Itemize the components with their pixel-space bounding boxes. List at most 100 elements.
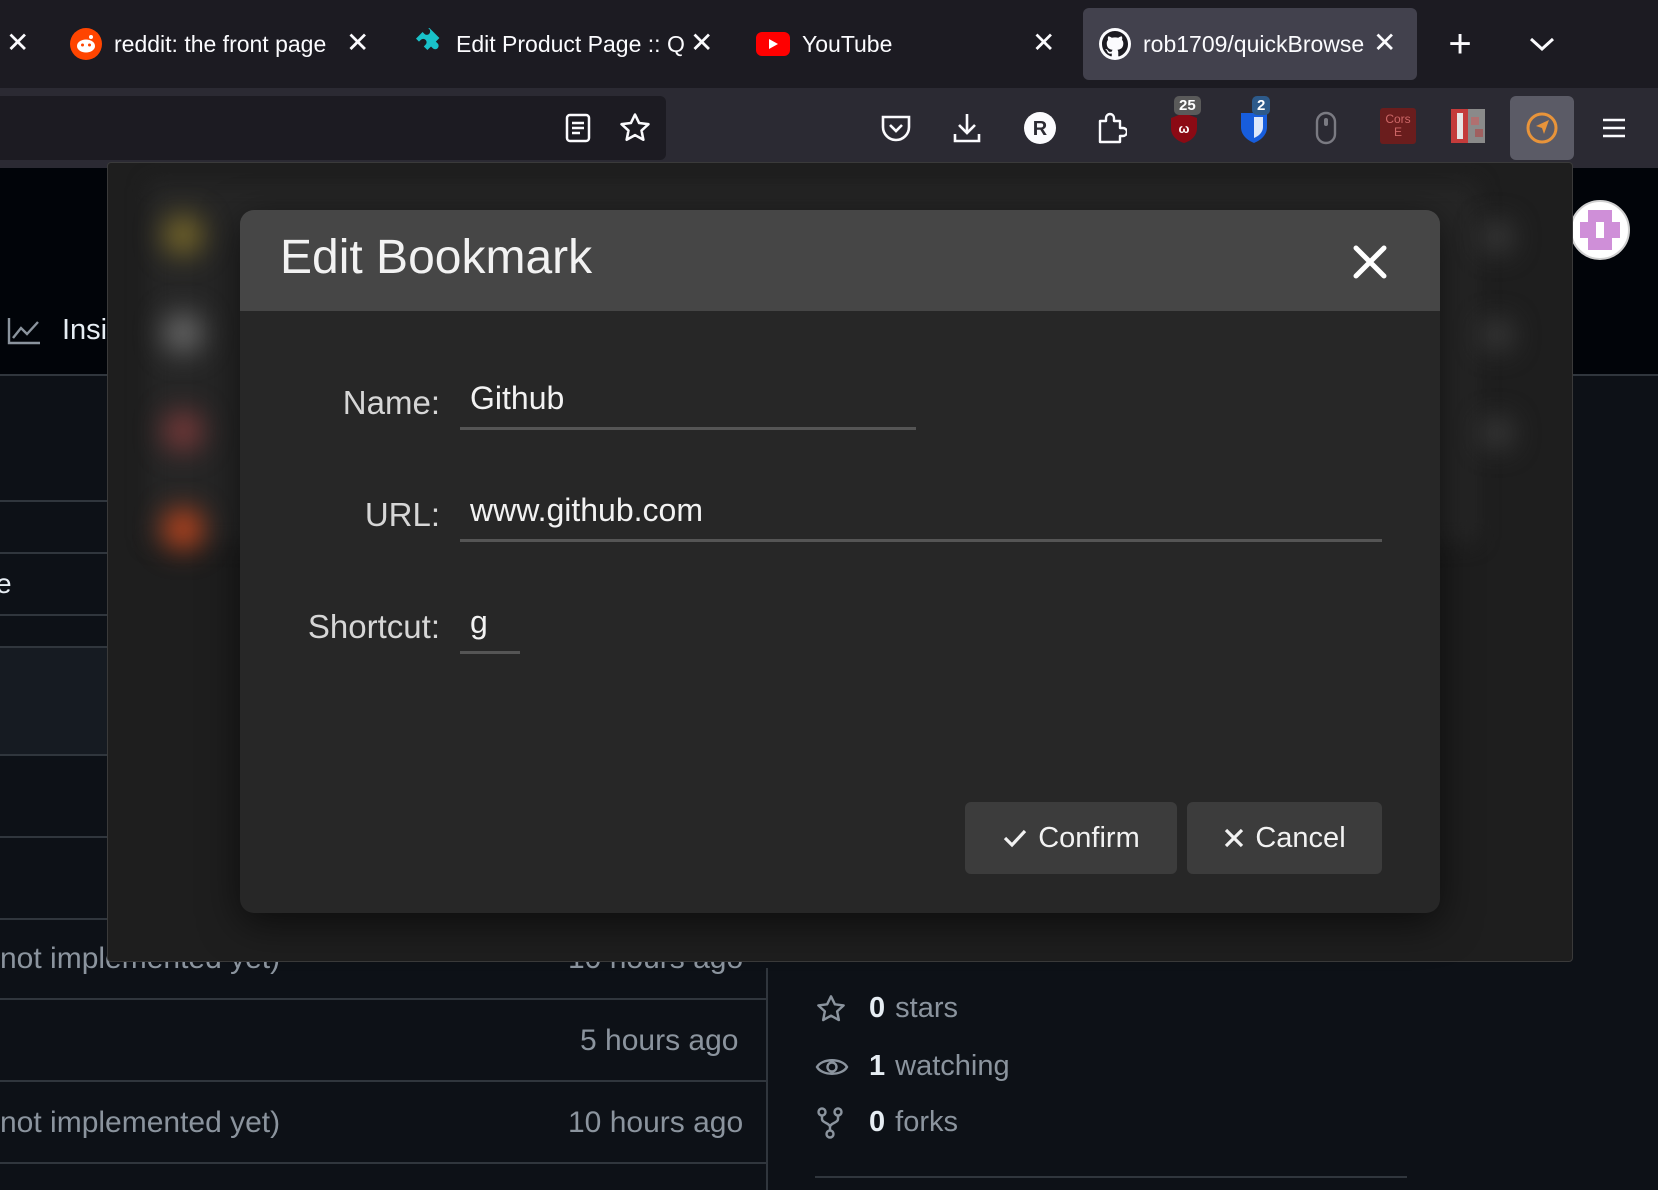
row-divider	[0, 1162, 766, 1164]
pocket-icon	[881, 115, 911, 142]
row-divider	[0, 836, 110, 838]
cancel-button[interactable]: Cancel	[1187, 802, 1382, 874]
graph-icon	[7, 317, 40, 344]
svg-text:R: R	[1033, 118, 1048, 140]
blurred-bookmark-action	[1483, 321, 1511, 349]
extensions-button[interactable]	[1092, 108, 1132, 148]
compass-arrow-icon	[1526, 112, 1558, 144]
truncated-text: e	[0, 568, 12, 599]
tab-close-icon[interactable]: ✕	[1032, 26, 1055, 59]
url-input[interactable]	[460, 492, 1382, 542]
ublock-count-badge: 25	[1174, 96, 1201, 115]
row-divider	[0, 1080, 766, 1082]
url-bar[interactable]	[0, 96, 666, 160]
forks-count: 0	[869, 1106, 886, 1138]
tab-partial[interactable]: ✕	[0, 8, 50, 80]
row-divider	[0, 754, 110, 756]
dialog-close-button[interactable]	[1348, 240, 1392, 284]
commit-message[interactable]: not implemented yet)	[0, 1106, 280, 1140]
row-divider	[0, 918, 110, 920]
blurred-bookmark-action	[1483, 223, 1511, 251]
sidebar-divider	[815, 1176, 1407, 1178]
youtube-icon	[756, 32, 790, 56]
pocket-button[interactable]	[876, 108, 916, 148]
commit-time: 5 hours ago	[580, 1024, 739, 1057]
tab-youtube[interactable]: YouTube ✕	[756, 8, 1056, 80]
tab-label: rob1709/quickBrowse	[1143, 30, 1365, 57]
pattern-extension-icon	[1451, 109, 1485, 143]
cors-label: Cors E	[1385, 112, 1411, 139]
tab-github-active[interactable]: rob1709/quickBrowse ✕	[1083, 8, 1417, 80]
tab-close-icon[interactable]: ✕	[6, 26, 29, 59]
reddit-icon	[70, 28, 102, 60]
bitwarden-shield-icon	[1241, 113, 1267, 143]
tab-label: reddit: the front page	[114, 30, 327, 57]
eye-icon	[815, 1058, 849, 1075]
avatar[interactable]	[1570, 200, 1630, 260]
close-icon	[1225, 828, 1244, 848]
cors-extension-button[interactable]: Cors E	[1380, 108, 1416, 144]
fork-icon	[817, 1106, 843, 1139]
quickbrowse-extension-button[interactable]	[1510, 96, 1574, 160]
blurred-bookmark-icon	[163, 509, 203, 549]
download-icon	[953, 114, 981, 143]
confirm-button[interactable]: Confirm	[965, 802, 1177, 874]
row-divider	[0, 614, 110, 616]
new-tab-button[interactable]: +	[1440, 20, 1480, 68]
reader-view-icon	[565, 113, 591, 143]
name-input[interactable]	[460, 380, 916, 430]
blurred-bookmark-action	[1483, 419, 1511, 447]
app-menu-button[interactable]	[1594, 108, 1634, 148]
r-extension-icon: R	[1024, 112, 1056, 144]
forks-label: forks	[895, 1106, 958, 1138]
highlight-row	[0, 648, 110, 754]
stars-label: stars	[895, 992, 958, 1024]
tab-edit-product[interactable]: Edit Product Page :: Q ✕	[412, 8, 713, 80]
commit-time: 10 hours ago	[568, 1106, 744, 1139]
cancel-label: Cancel	[1255, 821, 1346, 854]
tab-strip: ✕ reddit: the front page ✕ Edit Product …	[0, 0, 1658, 88]
column-divider	[766, 968, 768, 1190]
puzzle-icon	[412, 28, 444, 60]
mouse-extension-button[interactable]	[1306, 108, 1346, 148]
row-divider	[0, 552, 110, 554]
bitwarden-count-badge: 2	[1252, 96, 1271, 115]
list-all-tabs-button[interactable]	[1522, 26, 1562, 62]
bitwarden-button[interactable]: 2	[1234, 96, 1274, 148]
identicon-icon	[1580, 210, 1620, 250]
svg-text:ω: ω	[1179, 121, 1190, 136]
tab-reddit[interactable]: reddit: the front page ✕	[70, 8, 390, 80]
name-label: Name:	[342, 384, 440, 421]
checkmark-icon	[1004, 829, 1027, 848]
tab-close-icon[interactable]: ✕	[346, 26, 369, 59]
watching-stat[interactable]: 1 watching	[815, 1050, 1010, 1083]
reader-view-button[interactable]	[560, 110, 596, 146]
star-icon	[620, 113, 650, 142]
insights-nav-item[interactable]: Insig	[6, 314, 123, 347]
chevron-down-icon	[1529, 37, 1555, 52]
bookmark-star-button[interactable]	[615, 108, 655, 148]
nav-toolbar: R ω 25 2 Cors E	[0, 88, 1658, 168]
mouse-icon	[1315, 111, 1337, 145]
stars-count: 0	[869, 992, 886, 1024]
github-icon	[1099, 28, 1131, 60]
r-extension-button[interactable]: R	[1020, 108, 1060, 148]
downloads-button[interactable]	[947, 108, 987, 148]
dialog-title: Edit Bookmark	[280, 231, 593, 284]
confirm-label: Confirm	[1038, 821, 1140, 854]
dialog-header: Edit Bookmark	[240, 210, 1440, 311]
forks-stat[interactable]: 0 forks	[815, 1106, 958, 1139]
shortcut-input[interactable]	[460, 604, 520, 654]
blurred-bookmark-icon	[163, 215, 203, 255]
watching-label: watching	[895, 1050, 1010, 1082]
tab-label: Edit Product Page :: Q	[456, 30, 685, 57]
pattern-extension-button[interactable]	[1450, 108, 1486, 144]
stars-stat[interactable]: 0 stars	[815, 992, 958, 1025]
blurred-bookmark-icon	[163, 313, 203, 353]
tab-close-icon[interactable]: ✕	[690, 26, 713, 59]
star-icon	[817, 994, 845, 1021]
tab-close-icon[interactable]: ✕	[1373, 26, 1396, 59]
url-label: URL:	[364, 496, 440, 533]
ublock-shield-icon: ω	[1171, 113, 1197, 143]
ublock-button[interactable]: ω 25	[1164, 96, 1204, 148]
